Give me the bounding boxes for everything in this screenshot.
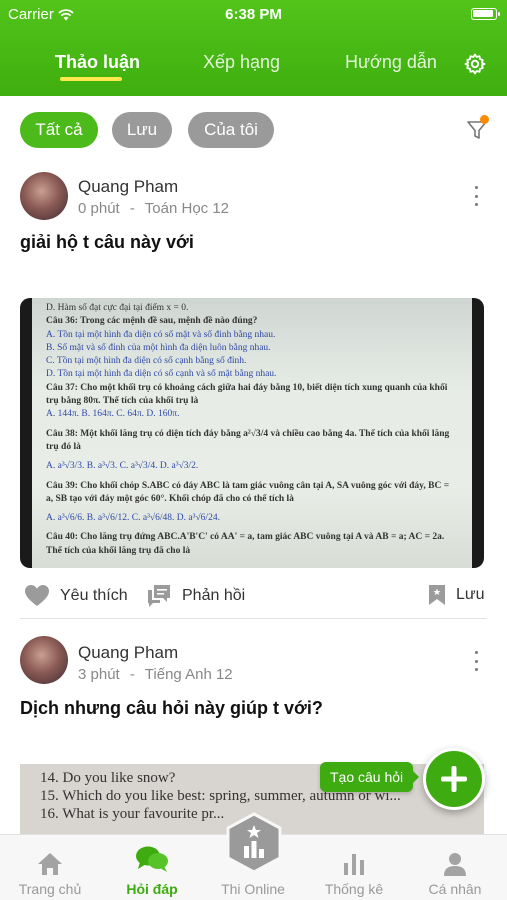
- nav-label: Hỏi đáp: [126, 881, 178, 897]
- tab-xep-hang[interactable]: Xếp hạng: [203, 52, 280, 73]
- bar-chart-icon: [344, 854, 364, 875]
- reply-button[interactable]: Phản hồi: [146, 584, 245, 608]
- photo-line: Câu 36: Trong các mệnh đề sau, mệnh đề n…: [46, 316, 258, 327]
- top-tabs: Thảo luận Xếp hạng Hướng dẫn: [0, 50, 507, 86]
- post-subject: Toán Học 12: [144, 200, 230, 217]
- post-actions: Yêu thích Phản hồi Lưu: [0, 576, 507, 616]
- photo-line: A. 144π. B. 164π. C. 64π. D. 160π.: [46, 409, 180, 420]
- photo-line: 16. What is your favourite pr...: [40, 806, 225, 822]
- post-meta: 0 phút - Toán Học 12: [78, 200, 229, 217]
- status-bar: Carrier 6:38 PM: [0, 0, 507, 28]
- gear-icon[interactable]: [463, 52, 487, 76]
- meta-separator: -: [129, 200, 135, 217]
- chat-bubbles-icon: [136, 846, 168, 872]
- exam-hexagon-icon[interactable]: [225, 812, 283, 874]
- photo-line: B. Số mặt và số đỉnh của một hình đa diệ…: [46, 342, 271, 353]
- tab-thao-luan[interactable]: Thảo luận: [55, 52, 140, 73]
- photo-line: Câu 38: Một khối lăng trụ có diện tích đ…: [46, 428, 450, 452]
- filter-bar: Tất cả Lưu Của tôi: [0, 96, 507, 164]
- tab-huong-dan[interactable]: Hướng dẫn: [345, 52, 437, 73]
- nav-qa[interactable]: Hỏi đáp: [102, 835, 202, 900]
- photo-line: Câu 40: Cho lăng trụ đứng ABC.A'B'C' có …: [46, 532, 445, 556]
- like-button[interactable]: Yêu thích: [24, 584, 128, 608]
- save-button[interactable]: Lưu: [428, 584, 485, 606]
- filter-chip-all[interactable]: Tất cả: [20, 112, 98, 148]
- photo-line: D. Hàm số đạt cực đại tại điểm x = 0.: [46, 303, 189, 313]
- more-options-icon[interactable]: [473, 186, 479, 206]
- exam-paper-photo: D. Hàm số đạt cực đại tại điểm x = 0. Câ…: [32, 298, 472, 568]
- avatar[interactable]: [20, 172, 68, 220]
- active-tab-indicator: [60, 77, 122, 81]
- avatar[interactable]: [20, 636, 68, 684]
- person-icon: [444, 853, 466, 876]
- plus-icon: [441, 766, 467, 792]
- battery-icon: [471, 8, 500, 20]
- nav-label: Trang chủ: [18, 881, 82, 897]
- nav-label: Thi Online: [221, 881, 285, 897]
- photo-line: A. a³√6/6. B. a³√6/12. C. a³√6/48. D. a³…: [46, 513, 220, 524]
- post-time: 3 phút: [78, 666, 120, 683]
- post-card: Quang Pham 3 phút - Tiếng Anh 12 Dịch nh…: [0, 634, 507, 834]
- save-label: Lưu: [456, 586, 485, 603]
- post-title[interactable]: giải hộ t câu này với: [20, 232, 194, 253]
- post-meta: 3 phút - Tiếng Anh 12: [78, 666, 233, 683]
- post-card: Quang Pham 0 phút - Toán Học 12 giải hộ …: [0, 164, 507, 624]
- nav-profile[interactable]: Cá nhân: [405, 835, 505, 900]
- bookmark-icon: [429, 585, 445, 605]
- post-subject: Tiếng Anh 12: [144, 666, 233, 683]
- discussion-feed[interactable]: Quang Pham 0 phút - Toán Học 12 giải hộ …: [0, 164, 507, 834]
- photo-line: Câu 37: Cho một khối trụ có khoảng cách …: [46, 382, 448, 407]
- photo-line: Câu 39: Cho khối chóp S.ABC có đáy ABC l…: [46, 480, 450, 504]
- photo-line: C. Tồn tại một hình đa diện có số cạnh b…: [46, 356, 247, 367]
- create-question-button[interactable]: [423, 748, 485, 810]
- nav-statistics[interactable]: Thống kê: [304, 835, 404, 900]
- post-author[interactable]: Quang Pham: [78, 643, 178, 663]
- create-question-label[interactable]: Tạo câu hỏi: [320, 762, 420, 792]
- status-time: 6:38 PM: [225, 6, 282, 23]
- post-title[interactable]: Dịch nhưng câu hỏi này giúp t với?: [20, 698, 323, 719]
- photo-line: 14. Do you like snow?: [40, 770, 176, 786]
- filter-chip-saved[interactable]: Lưu: [112, 112, 172, 148]
- heart-icon: [25, 585, 49, 606]
- post-author[interactable]: Quang Pham: [78, 177, 178, 197]
- nav-home[interactable]: Trang chủ: [0, 835, 100, 900]
- photo-line: A. a³√3/3. B. a³√3. C. a³√3/4. D. a³√3/2…: [46, 461, 199, 472]
- post-time: 0 phút: [78, 200, 120, 217]
- nav-label: Thống kê: [324, 881, 384, 897]
- like-label: Yêu thích: [60, 587, 128, 604]
- photo-line: D. Tồn tại một hình đa diện có số cạnh v…: [46, 369, 277, 380]
- filter-chip-mine[interactable]: Của tôi: [188, 112, 274, 148]
- app-header: Carrier 6:38 PM Thảo luận Xếp hạng Hướng…: [0, 0, 507, 96]
- post-image[interactable]: D. Hàm số đạt cực đại tại điểm x = 0. Câ…: [20, 298, 484, 568]
- comment-icon: [148, 585, 170, 607]
- photo-line: A. Tồn tại một hình đa diện có số mặt và…: [46, 329, 276, 340]
- nav-label: Cá nhân: [428, 881, 482, 897]
- post-divider: [20, 618, 487, 619]
- more-options-icon[interactable]: [473, 651, 479, 671]
- meta-separator: -: [129, 666, 135, 683]
- home-icon: [38, 853, 62, 875]
- filter-active-dot: [480, 115, 489, 124]
- reply-label: Phản hồi: [182, 587, 246, 604]
